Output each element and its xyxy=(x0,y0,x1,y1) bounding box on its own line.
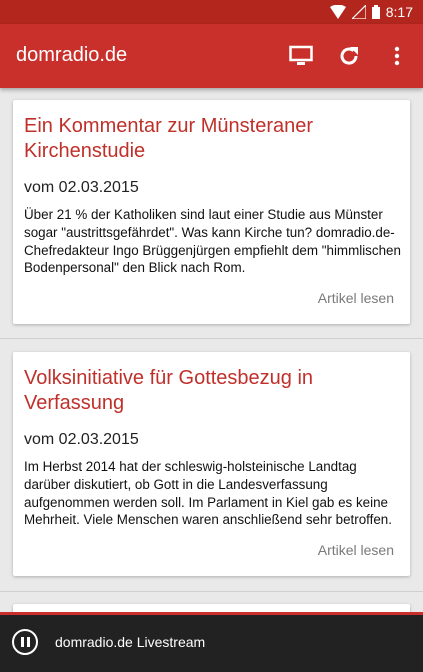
livestream-label: domradio.de Livestream xyxy=(55,634,206,650)
app-bar: domradio.de xyxy=(0,24,423,88)
article-card-partial[interactable] xyxy=(13,604,410,612)
status-icons: 8:17 xyxy=(329,0,413,24)
pause-button[interactable] xyxy=(12,629,38,655)
signal-icon xyxy=(351,5,366,19)
article-teaser: Über 21 % der Katholiken sind laut einer… xyxy=(24,207,401,276)
appbar-actions xyxy=(287,40,411,72)
article-date: vom 02.03.2015 xyxy=(24,431,139,448)
article-title[interactable]: Ein Kommentar zur Münsteraner Kirchenstu… xyxy=(24,114,399,164)
article-title[interactable]: Volksinitiative für Gottesbezug in Verfa… xyxy=(24,366,399,416)
pause-icon xyxy=(20,637,24,647)
article-feed[interactable]: Ein Kommentar zur Münsteraner Kirchenstu… xyxy=(0,88,423,612)
refresh-icon xyxy=(340,47,358,65)
wifi-icon xyxy=(329,5,346,19)
app-title: domradio.de xyxy=(16,44,128,66)
livestream-player-bar[interactable]: domradio.de Livestream xyxy=(0,612,423,672)
cast-icon xyxy=(289,45,313,65)
article-date: vom 02.03.2015 xyxy=(24,179,139,196)
card-divider xyxy=(0,338,423,339)
article-teaser: Im Herbst 2014 hat der schleswig-holstei… xyxy=(24,459,392,528)
article-card[interactable]: Volksinitiative für Gottesbezug in Verfa… xyxy=(13,352,410,576)
read-article-link[interactable]: Artikel lesen xyxy=(318,290,394,306)
more-vert-icon xyxy=(394,46,400,66)
status-time: 8:17 xyxy=(385,4,413,20)
card-divider xyxy=(0,591,423,592)
article-card[interactable]: Ein Kommentar zur Münsteraner Kirchenstu… xyxy=(13,100,410,324)
status-bar: 8:17 xyxy=(0,0,423,24)
battery-icon xyxy=(371,5,380,19)
cast-button[interactable] xyxy=(287,42,315,70)
read-article-link[interactable]: Artikel lesen xyxy=(318,542,394,558)
refresh-button[interactable] xyxy=(335,42,363,70)
overflow-menu-button[interactable] xyxy=(383,42,411,70)
